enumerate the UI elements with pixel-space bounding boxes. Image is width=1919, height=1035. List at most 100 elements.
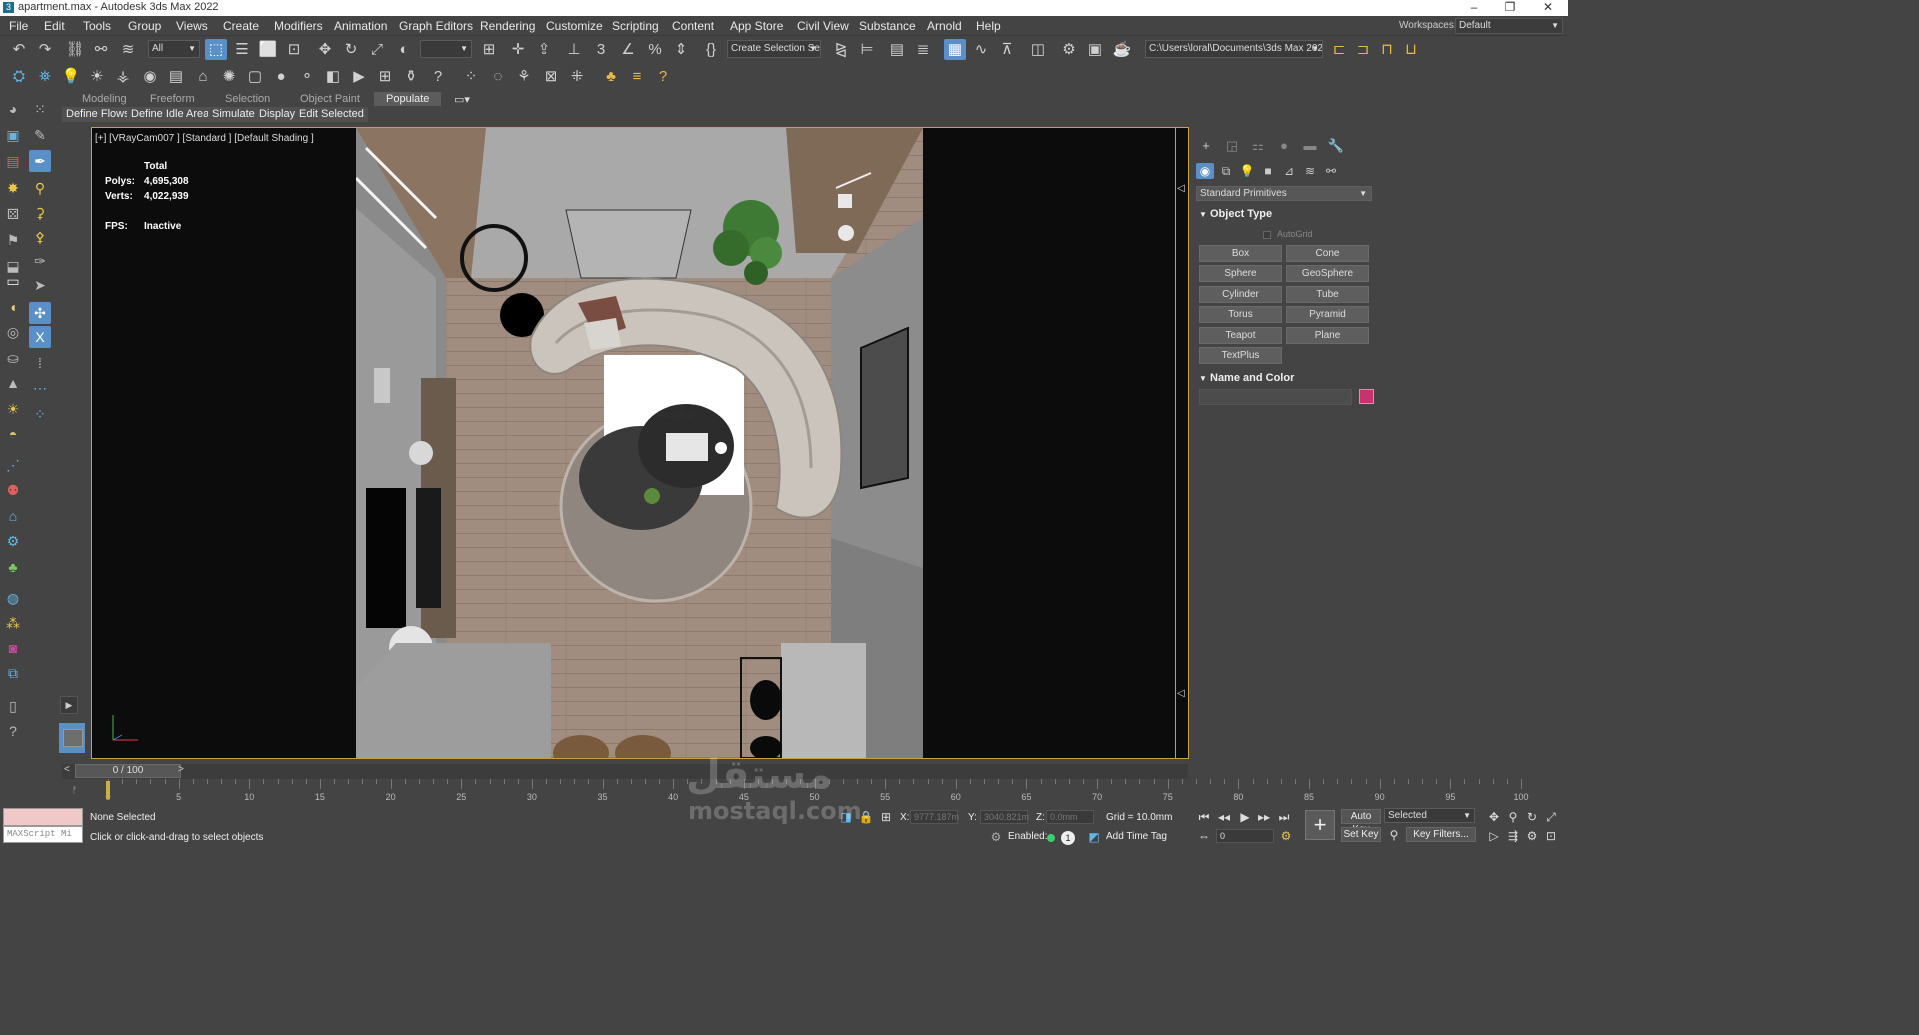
info-icon[interactable]: ? bbox=[652, 66, 674, 87]
vertex-tool-icon[interactable]: ⁘ bbox=[460, 66, 482, 87]
menu-app-store[interactable]: App Store bbox=[730, 19, 783, 33]
box-button[interactable]: Box bbox=[1199, 245, 1282, 262]
key-filter-icon[interactable]: ⚲ bbox=[1386, 827, 1402, 843]
undo-icon[interactable]: ↶ bbox=[8, 39, 30, 60]
vray-proxy-icon[interactable]: ⌂ bbox=[192, 66, 214, 87]
menu-help[interactable]: Help bbox=[976, 19, 1001, 33]
menu-content[interactable]: Content bbox=[672, 19, 714, 33]
edit-selected-button[interactable]: Edit Selected bbox=[295, 107, 368, 122]
geosphere-button[interactable]: GeoSphere bbox=[1286, 265, 1369, 282]
define-flows-button[interactable]: Define Flows bbox=[62, 107, 134, 122]
current-time-marker[interactable] bbox=[106, 781, 110, 799]
rect-region-icon[interactable]: ⬜ bbox=[257, 39, 279, 60]
systems-category-icon[interactable]: ⚯ bbox=[1322, 163, 1340, 179]
named-selection-sets[interactable]: Create Selection Se ▼ bbox=[727, 40, 821, 58]
xform-tool-icon[interactable]: X bbox=[29, 326, 51, 348]
vray-fb-icon[interactable]: ◉ bbox=[139, 66, 161, 87]
curve-editor-mini-icon[interactable]: ᚠ bbox=[72, 785, 77, 795]
auto-key-button[interactable]: Auto Key bbox=[1341, 809, 1381, 835]
eyedropper-icon[interactable]: ✒ bbox=[29, 150, 51, 172]
object-color-swatch[interactable] bbox=[1359, 389, 1374, 404]
create-tab-icon[interactable]: + bbox=[1197, 137, 1215, 155]
tube-button[interactable]: Tube bbox=[1286, 286, 1369, 303]
tab-modeling[interactable]: Modeling bbox=[82, 93, 127, 105]
hierarchy-tab-icon[interactable]: ⚏ bbox=[1249, 137, 1267, 155]
cylinder-button[interactable]: Cylinder bbox=[1199, 286, 1282, 303]
angle-snap-icon[interactable]: ∠ bbox=[617, 39, 639, 60]
menu-group[interactable]: Group bbox=[128, 19, 161, 33]
vray-sphere-icon[interactable]: ● bbox=[270, 66, 292, 87]
lock-selection-icon[interactable]: 🔒 bbox=[858, 809, 874, 825]
next-frame-icon[interactable]: > bbox=[178, 764, 184, 775]
menu-tools[interactable]: Tools bbox=[83, 19, 111, 33]
render-scene[interactable]: VRayFur bbox=[356, 128, 923, 758]
key-filters-button[interactable]: Key Filters... bbox=[1406, 827, 1476, 842]
cone-button[interactable]: Cone bbox=[1286, 245, 1369, 262]
spinner-snap-icon[interactable]: ⇕ bbox=[670, 39, 692, 60]
light-lister-icon[interactable]: ✸ bbox=[2, 177, 24, 199]
autogrid-checkbox[interactable]: AutoGrid bbox=[1263, 229, 1313, 239]
select-manipulate-icon[interactable]: ✛ bbox=[507, 39, 529, 60]
display-button[interactable]: Display bbox=[255, 107, 300, 122]
menu-modifiers[interactable]: Modifiers bbox=[274, 19, 323, 33]
define-idle-areas-button[interactable]: Define Idle Areas bbox=[127, 107, 219, 122]
object-type-rollout[interactable]: ▼ Object Type bbox=[1196, 207, 1372, 222]
tab-populate[interactable]: Populate bbox=[374, 92, 442, 106]
add-time-tag-label[interactable]: Add Time Tag bbox=[1106, 831, 1167, 842]
textplus-button[interactable]: TextPlus bbox=[1199, 347, 1282, 364]
lights-category-icon[interactable]: 💡 bbox=[1238, 163, 1256, 179]
maxscript-listener-output[interactable] bbox=[3, 808, 83, 826]
go-to-end-icon[interactable]: ⏭ bbox=[1276, 809, 1292, 825]
tab-object-paint[interactable]: Object Paint bbox=[300, 93, 360, 105]
vray-fur-icon[interactable]: ✺ bbox=[218, 66, 240, 87]
key-mode-select[interactable]: Selected ▼ bbox=[1384, 808, 1475, 823]
curve-editor-icon[interactable]: ∿ bbox=[970, 39, 992, 60]
prev-frame-icon[interactable]: < bbox=[64, 764, 70, 775]
box-primitive-icon[interactable]: ▭ bbox=[2, 270, 24, 292]
object-name-field[interactable] bbox=[1199, 389, 1352, 405]
y-coordinate-field[interactable]: 3040.821m bbox=[980, 810, 1029, 824]
terrain-icon[interactable]: ⋰ bbox=[2, 454, 24, 476]
camera-icon[interactable]: ⚄ bbox=[2, 203, 24, 225]
tab-selection[interactable]: Selection bbox=[225, 93, 270, 105]
reference-coord-system[interactable]: ▼ bbox=[420, 40, 472, 58]
menu-arnold[interactable]: Arnold bbox=[927, 19, 962, 33]
menu-civil-view[interactable]: Civil View bbox=[797, 19, 849, 33]
grid-icon[interactable]: ⁙ bbox=[29, 98, 51, 120]
save-icon[interactable]: ⊐ bbox=[1352, 39, 1374, 60]
geometry-category-icon[interactable]: ◉ bbox=[1196, 163, 1214, 179]
utilities-tab-icon[interactable]: 🔧 bbox=[1327, 137, 1345, 155]
modify-tab-icon[interactable]: ◲ bbox=[1223, 137, 1241, 155]
vray-box-icon[interactable]: ◧ bbox=[322, 66, 344, 87]
edit-named-selection-icon[interactable]: {} bbox=[700, 39, 722, 60]
menu-animation[interactable]: Animation bbox=[334, 19, 387, 33]
key-mode-icon[interactable]: ⇔ bbox=[1196, 828, 1212, 844]
materials-icon[interactable]: ⁂ bbox=[2, 612, 24, 634]
scene-explorer-icon[interactable]: ▤ bbox=[886, 39, 908, 60]
select-object-icon[interactable]: ⬚ bbox=[205, 39, 227, 60]
menu-file[interactable]: File bbox=[9, 19, 28, 33]
dots-c-icon[interactable]: ⁘ bbox=[29, 403, 51, 425]
motion-tab-icon[interactable]: ● bbox=[1275, 137, 1293, 155]
track-bar[interactable]: ᚠ 05101520253035404550556065707580859095… bbox=[62, 779, 1568, 804]
set-key-icon[interactable]: + bbox=[1305, 810, 1335, 840]
snaps-toggle-icon[interactable]: ⊥ bbox=[563, 39, 585, 60]
zoom-icon[interactable]: ⚲ bbox=[1505, 809, 1521, 825]
snap-3d-icon[interactable]: 3 bbox=[590, 39, 612, 60]
script-icon[interactable]: ⚙ bbox=[988, 829, 1004, 845]
isolate-icon[interactable]: ◨ bbox=[838, 809, 854, 825]
vray-ies-icon[interactable]: ⚶ bbox=[112, 66, 134, 87]
nodes-icon[interactable]: ⁜ bbox=[566, 66, 588, 87]
menu-customize[interactable]: Customize bbox=[546, 19, 603, 33]
menu-scripting[interactable]: Scripting bbox=[612, 19, 659, 33]
orbit-icon[interactable]: ↻ bbox=[1524, 809, 1540, 825]
absolute-mode-icon[interactable]: ⊞ bbox=[878, 809, 894, 825]
vray-log-icon[interactable]: ▤ bbox=[165, 66, 187, 87]
helpers-category-icon[interactable]: ⊿ bbox=[1280, 163, 1298, 179]
roll-icon[interactable]: ⚙ bbox=[1524, 828, 1540, 844]
help-icon[interactable]: ? bbox=[427, 66, 449, 87]
minimize-button[interactable]: – bbox=[1456, 0, 1492, 16]
time-tag-icon[interactable]: ◩ bbox=[1086, 829, 1102, 845]
dome-icon[interactable]: ◓ bbox=[2, 423, 24, 445]
workspaces-select[interactable]: Default ▼ bbox=[1455, 18, 1563, 34]
